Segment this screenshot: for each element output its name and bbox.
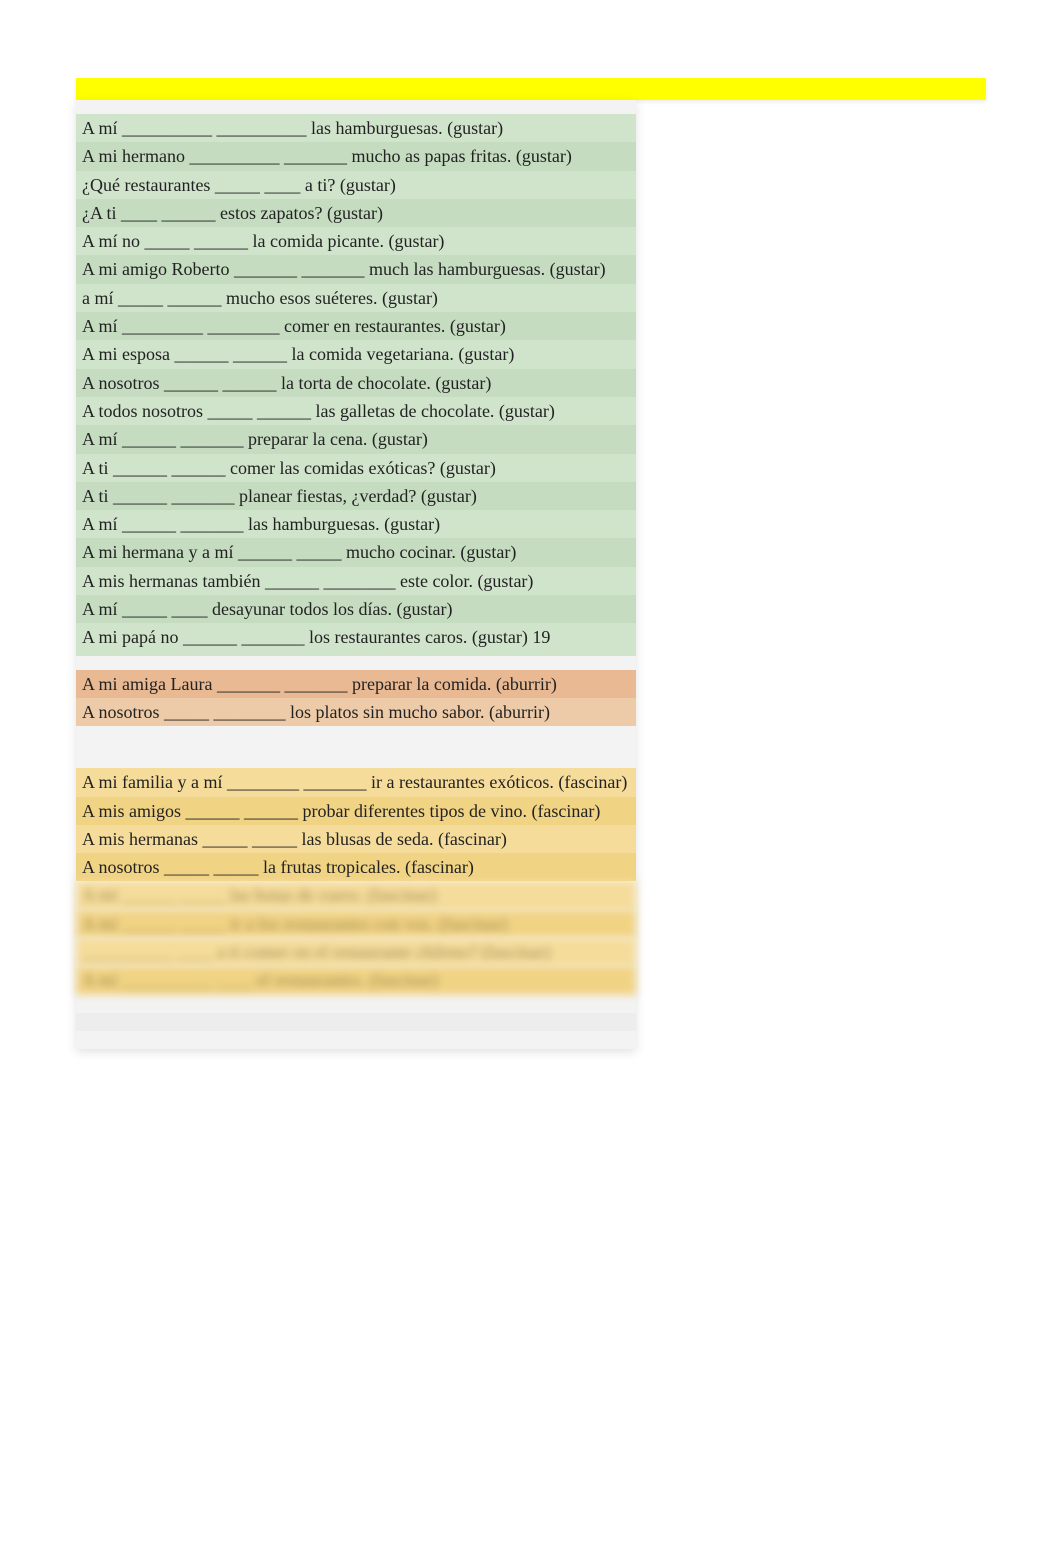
exercise-line: A ti ______ ______ comer las comidas exó… bbox=[76, 454, 636, 482]
exercise-line: A mi amigo Roberto _______ _______ much … bbox=[76, 255, 636, 283]
exercise-line: A nosotros _____ _____ la frutas tropica… bbox=[76, 853, 636, 881]
exercise-line: A mi hermana y a mí ______ _____ mucho c… bbox=[76, 538, 636, 566]
exercise-line: A mi papá no ______ _______ los restaura… bbox=[76, 623, 636, 655]
exercise-line: A mí ______ _______ preparar la cena. (g… bbox=[76, 425, 636, 453]
spacer bbox=[76, 1013, 636, 1031]
spacer bbox=[76, 740, 636, 754]
section-gustar: A mí __________ __________ las hamburgue… bbox=[76, 114, 636, 656]
exercise-line: A mis hermanas también ______ ________ e… bbox=[76, 567, 636, 595]
exercise-line: A nosotros _____ ________ los platos sin… bbox=[76, 698, 636, 726]
exercise-line: A mí _____ ____ desayunar todos los días… bbox=[76, 595, 636, 623]
spacer bbox=[76, 1031, 636, 1049]
exercise-line: A mí __________ __________ las hamburgue… bbox=[76, 114, 636, 142]
exercise-line: A mí ______ _______ las hamburguesas. (g… bbox=[76, 510, 636, 538]
spacer bbox=[76, 726, 636, 740]
spacer bbox=[76, 656, 636, 670]
exercise-line: A nosotros ______ ______ la torta de cho… bbox=[76, 369, 636, 397]
exercise-line: A mi hermano __________ _______ mucho as… bbox=[76, 142, 636, 170]
spacer bbox=[76, 754, 636, 768]
exercise-line: ¿Qué restaurantes _____ ____ a ti? (gust… bbox=[76, 171, 636, 199]
exercise-card: A mí __________ __________ las hamburgue… bbox=[76, 100, 636, 1049]
exercise-line: A mi esposa ______ ______ la comida vege… bbox=[76, 340, 636, 368]
spacer bbox=[76, 995, 636, 1013]
footer-spacer bbox=[76, 995, 636, 1049]
exercise-line: A mi amiga Laura _______ _______ prepara… bbox=[76, 670, 636, 698]
exercise-line-hidden: A mí __________ ____ el restaurantes. (f… bbox=[76, 966, 636, 994]
exercise-line: ¿A ti ____ ______ estos zapatos? (gustar… bbox=[76, 199, 636, 227]
exercise-line-hidden: A mí ______ _____ ir a los restaurantes … bbox=[76, 910, 636, 938]
exercise-line: a mí _____ ______ mucho esos suéteres. (… bbox=[76, 284, 636, 312]
exercise-line: A todos nosotros _____ ______ las gallet… bbox=[76, 397, 636, 425]
exercise-line: A mi familia y a mí ________ _______ ir … bbox=[76, 768, 636, 796]
exercise-line: A mí no _____ ______ la comida picante. … bbox=[76, 227, 636, 255]
title-highlight-bar bbox=[76, 78, 986, 100]
exercise-line: A mis amigos ______ ______ probar difere… bbox=[76, 797, 636, 825]
spacer bbox=[76, 100, 636, 114]
exercise-line: A mí _________ ________ comer en restaur… bbox=[76, 312, 636, 340]
exercise-line-hidden: __________ ____ a ti comer en el restaur… bbox=[76, 938, 636, 966]
exercise-line: A mis hermanas _____ _____ las blusas de… bbox=[76, 825, 636, 853]
worksheet-page: A mí __________ __________ las hamburgue… bbox=[0, 0, 1062, 1049]
section-fascinar: A mi familia y a mí ________ _______ ir … bbox=[76, 768, 636, 994]
exercise-line: A ti ______ _______ planear fiestas, ¿ve… bbox=[76, 482, 636, 510]
section-aburrir: A mi amiga Laura _______ _______ prepara… bbox=[76, 670, 636, 727]
exercise-line-hidden: A mí ______ _____ las botas de cuero. (f… bbox=[76, 881, 636, 909]
